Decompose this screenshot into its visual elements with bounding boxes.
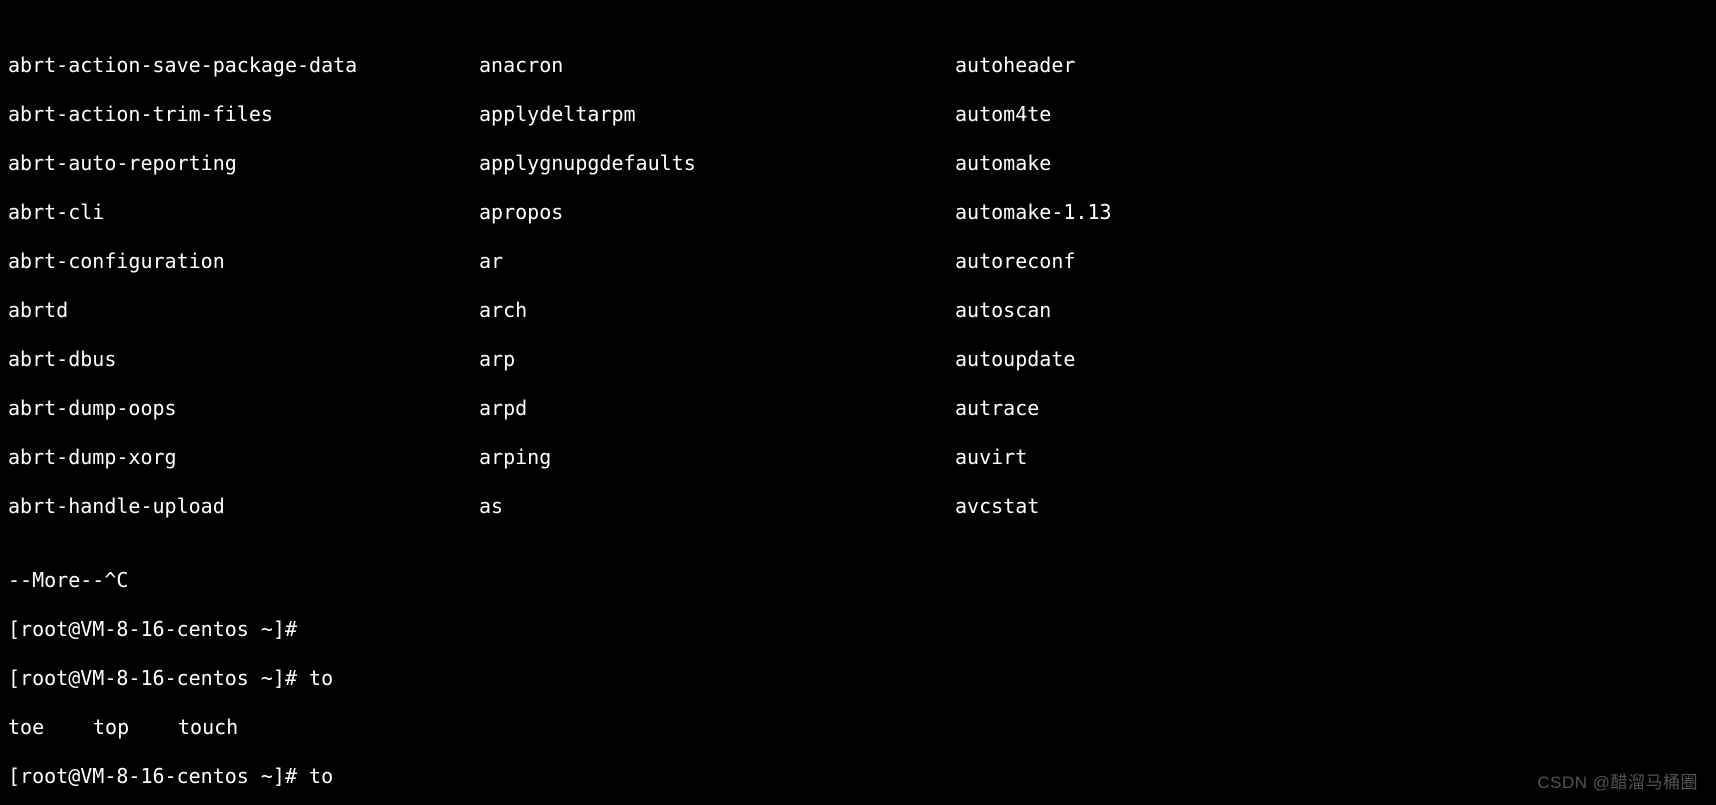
list-item: abrt-auto-reporting [8,151,479,176]
list-item: applygnupgdefaults [479,151,955,176]
more-indicator: --More--^C [8,568,1708,593]
watermark: CSDN @醋溜马桶圈 [1537,771,1698,796]
tab-completion-output: toetoptouch [8,715,1708,740]
list-item: arch [479,298,955,323]
shell-prompt: [root@VM-8-16-centos ~]# [8,764,309,788]
prompt-line: [root@VM-8-16-centos ~]# to [8,764,1708,789]
list-item: abrt-action-trim-files [8,102,479,127]
list-item: abrt-dump-oops [8,396,479,421]
list-item: touch [178,715,238,740]
shell-prompt: [root@VM-8-16-centos ~]# [8,617,309,641]
list-item: automake-1.13 [955,200,1112,225]
list-item: ar [479,249,955,274]
list-item: autoreconf [955,249,1075,274]
list-item: arp [479,347,955,372]
list-item: abrt-handle-upload [8,494,479,519]
list-item: arping [479,445,955,470]
list-item: abrt-dbus [8,347,479,372]
list-item: abrt-dump-xorg [8,445,479,470]
list-item: abrt-cli [8,200,479,225]
command-list-3col: abrt-action-save-package-dataanacronauto… [8,29,1708,544]
list-item: apropos [479,200,955,225]
list-item: autoupdate [955,347,1075,372]
prompt-line: [root@VM-8-16-centos ~]# to [8,666,1708,691]
list-item: anacron [479,53,955,78]
list-item: autoheader [955,53,1075,78]
list-item: applydeltarpm [479,102,955,127]
list-item: abrt-configuration [8,249,479,274]
prompt-line: [root@VM-8-16-centos ~]# [8,617,1708,642]
list-item: abrt-action-save-package-data [8,53,479,78]
typed-command: to [309,764,333,788]
list-item: avcstat [955,494,1039,519]
typed-command: to [309,666,333,690]
list-item: autom4te [955,102,1051,127]
shell-prompt: [root@VM-8-16-centos ~]# [8,666,309,690]
terminal[interactable]: abrt-action-save-package-dataanacronauto… [0,0,1716,805]
list-item: top [93,715,178,740]
list-item: abrtd [8,298,479,323]
list-item: toe [8,715,93,740]
list-item: arpd [479,396,955,421]
list-item: automake [955,151,1051,176]
list-item: autoscan [955,298,1051,323]
list-item: as [479,494,955,519]
list-item: autrace [955,396,1039,421]
list-item: auvirt [955,445,1027,470]
